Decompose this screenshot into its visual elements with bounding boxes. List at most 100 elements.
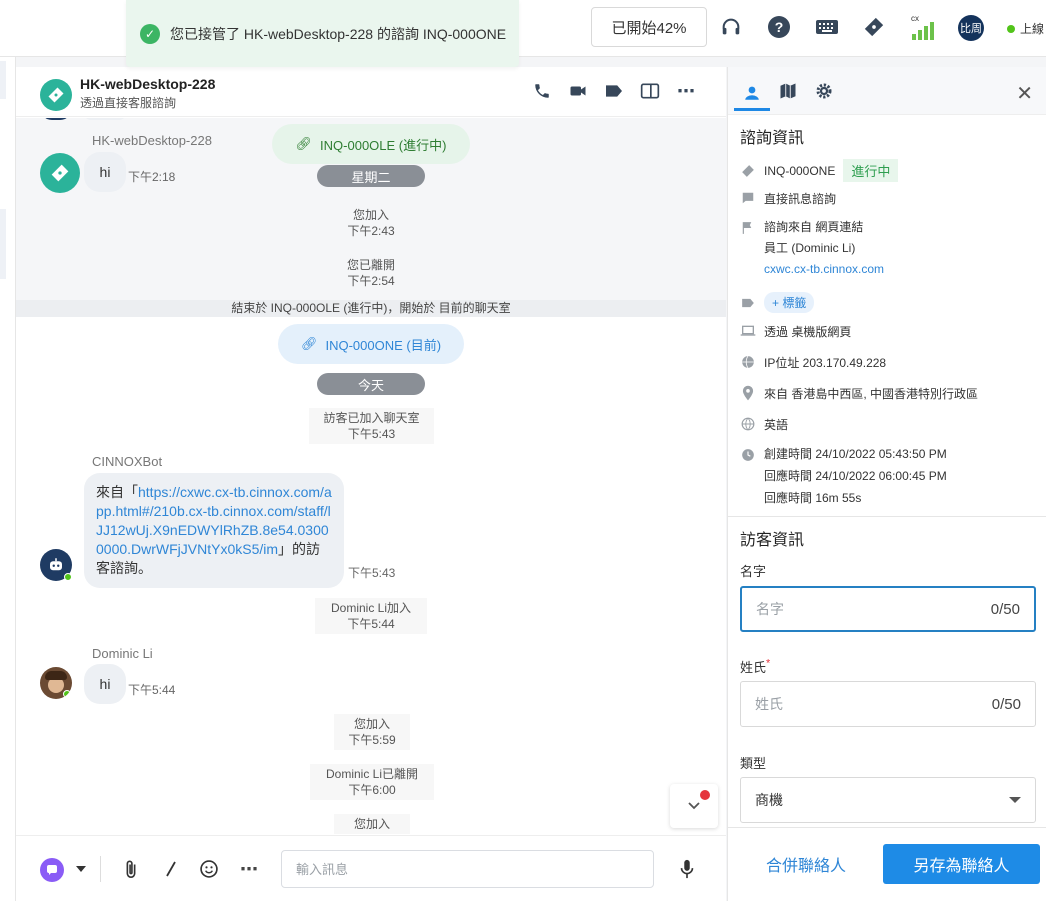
system-message: 您加入 下午2:43 (347, 208, 395, 238)
message-sender: CINNOXBot (92, 454, 163, 469)
laptop-icon (740, 323, 756, 339)
ticket-icon[interactable] (861, 14, 887, 40)
first-name-field[interactable]: 名字 0/50 (740, 586, 1036, 632)
chevron-down-icon (1009, 797, 1021, 803)
tag-icon (740, 295, 756, 311)
avatar (40, 118, 72, 120)
unread-badge (698, 788, 712, 802)
last-name-field[interactable]: 姓氏 0/50 (740, 681, 1036, 727)
globe-icon (740, 416, 756, 432)
phone-icon[interactable] (532, 81, 552, 101)
globe-pin-icon (740, 354, 756, 370)
system-message: Dominic Li已離開 下午6:00 (310, 764, 434, 800)
visitor-avatar (40, 79, 72, 111)
add-tag-button[interactable]: + 標籤 (764, 292, 815, 313)
day-separator: 星期二 (317, 165, 425, 187)
split-view-icon[interactable] (640, 81, 660, 101)
keyboard-icon[interactable] (814, 14, 840, 40)
user-avatar[interactable]: 比周 (958, 15, 984, 41)
inquiry-info-title: 諮詢資訊 (740, 130, 805, 147)
char-counter: 0/50 (990, 600, 1020, 618)
message-bubble: hi (84, 152, 126, 192)
bot-avatar (40, 549, 72, 581)
chat-subtitle: 透過直接客服諮詢 (80, 96, 177, 110)
chat-title: HK-webDesktop-228 (80, 76, 216, 92)
presence-status[interactable]: 上線 (1007, 20, 1044, 37)
person-icon (745, 86, 759, 100)
inquiry-details-panel: ✕ 諮詢資訊 INQ-000ONE 進行中 直接訊息諮詢 諮詢來自 網頁連結 員… (727, 67, 1046, 901)
visitor-avatar (40, 153, 80, 193)
day-separator: 今天 (317, 373, 425, 395)
channel-icon[interactable] (40, 858, 64, 882)
last-name-label: 姓氏* (740, 657, 771, 675)
flag-icon (740, 220, 756, 236)
timing-row: 創建時間 24/10/2022 05:43:50 PM 回應時間 24/10/2… (740, 447, 1040, 509)
takeover-toast: ✓ 您已接管了 HK-webDesktop-228 的諮詢 INQ-000ONE (126, 0, 519, 67)
signal-strength-icon: cx (908, 14, 936, 42)
channel-dropdown-icon[interactable] (70, 858, 92, 880)
tab-map[interactable] (770, 77, 806, 105)
help-icon[interactable]: ? (766, 14, 792, 40)
inquiry-source-row: 諮詢來自 網頁連結 員工 (Dominic Li) cxwc.cx-tb.cin… (740, 220, 1040, 280)
message-time: 下午2:18 (128, 170, 176, 184)
message-sender: Dominic Li (92, 646, 153, 661)
first-name-label: 名字 (740, 564, 767, 579)
system-message: 您加入 (334, 814, 410, 834)
ip-row: IP位址 203.170.49.228 (740, 354, 1040, 371)
map-icon (780, 83, 796, 99)
message-sender: HK-webDesktop-228 (92, 133, 212, 148)
microphone-icon[interactable] (676, 858, 698, 880)
attachment-icon[interactable] (120, 858, 142, 880)
chat-header: HK-webDesktop-228 透過直接客服諮詢 ⋯ (16, 67, 726, 117)
message-input[interactable] (281, 850, 654, 888)
visitor-info-title: 訪客資訊 (740, 532, 805, 549)
save-as-contact-button[interactable]: 另存為聯絡人 (883, 844, 1040, 884)
gear-icon (816, 83, 832, 99)
toast-message: 您已接管了 HK-webDesktop-228 的諮詢 INQ-000ONE (170, 25, 507, 42)
online-dot-icon (1007, 24, 1015, 33)
previous-inquiry-section: HK-webDesktop-228 hi 下午2:18 🔗︎ INQ-000OLE… (16, 118, 726, 300)
ticket-icon (740, 163, 756, 179)
inquiry-type-row: 直接訊息諮詢 (740, 190, 1040, 207)
clock-icon (740, 447, 756, 463)
message-bubble: hi (84, 664, 126, 704)
scroll-to-bottom-button[interactable] (670, 784, 718, 828)
slash-command-icon[interactable] (160, 858, 182, 880)
message-list[interactable]: HK-webDesktop-228 hi 下午2:18 🔗︎ INQ-000OLE… (16, 118, 726, 835)
chat-panel: HK-webDesktop-228 透過直接客服諮詢 ⋯ HK-webDeskt… (16, 67, 726, 901)
headset-icon[interactable] (718, 14, 744, 40)
device-row: 透過 桌機版網頁 (740, 323, 1040, 340)
system-message: Dominic Li加入 下午5:44 (315, 598, 427, 634)
close-icon[interactable]: ✕ (1016, 81, 1033, 106)
system-message: 您已離開 下午2:54 (346, 258, 395, 288)
inquiry-link-current[interactable]: 🔗︎ INQ-000ONE (目前) (278, 324, 464, 364)
panel-tabs: ✕ (728, 67, 1046, 115)
left-rail (0, 57, 16, 901)
video-call-icon[interactable] (568, 81, 588, 101)
language-row: 英語 (740, 416, 1040, 433)
tab-settings[interactable] (806, 77, 842, 105)
tags-row: + 標籤 (740, 292, 1040, 313)
inquiry-link-old[interactable]: 🔗︎ INQ-000OLE (進行中) (272, 124, 470, 164)
link-icon: 🔗︎ (300, 336, 318, 351)
type-select[interactable]: 商機 (740, 777, 1036, 823)
type-label: 類型 (740, 756, 767, 771)
emoji-icon[interactable] (198, 858, 220, 880)
more-options-icon[interactable]: ⋯ (676, 81, 696, 101)
location-row: 來自 香港島中西區, 中國香港特別行政區 (740, 385, 1040, 402)
panel-footer: 合併聯絡人 另存為聯絡人 (728, 827, 1046, 901)
source-url-link[interactable]: cxwc.cx-tb.cinnox.com (764, 259, 884, 280)
bot-message-bubble: 來自「https://cxwc.cx-tb.cinnox.com/app.htm… (84, 473, 344, 588)
message-icon (740, 190, 756, 206)
check-circle-icon: ✓ (140, 23, 160, 44)
chevron-down-icon (688, 802, 700, 810)
system-message: 訪客已加入聊天室 下午5:43 (309, 408, 434, 444)
merge-contact-button[interactable]: 合併聯絡人 (746, 844, 866, 884)
tag-icon[interactable] (604, 81, 624, 101)
char-counter: 0/50 (991, 695, 1021, 713)
agent-avatar (40, 667, 72, 699)
more-options-icon[interactable]: ⋯ (238, 858, 260, 880)
message-time: 下午5:43 (348, 566, 396, 580)
tab-profile[interactable] (734, 77, 770, 111)
progress-button[interactable]: 已開始42% (591, 7, 707, 47)
